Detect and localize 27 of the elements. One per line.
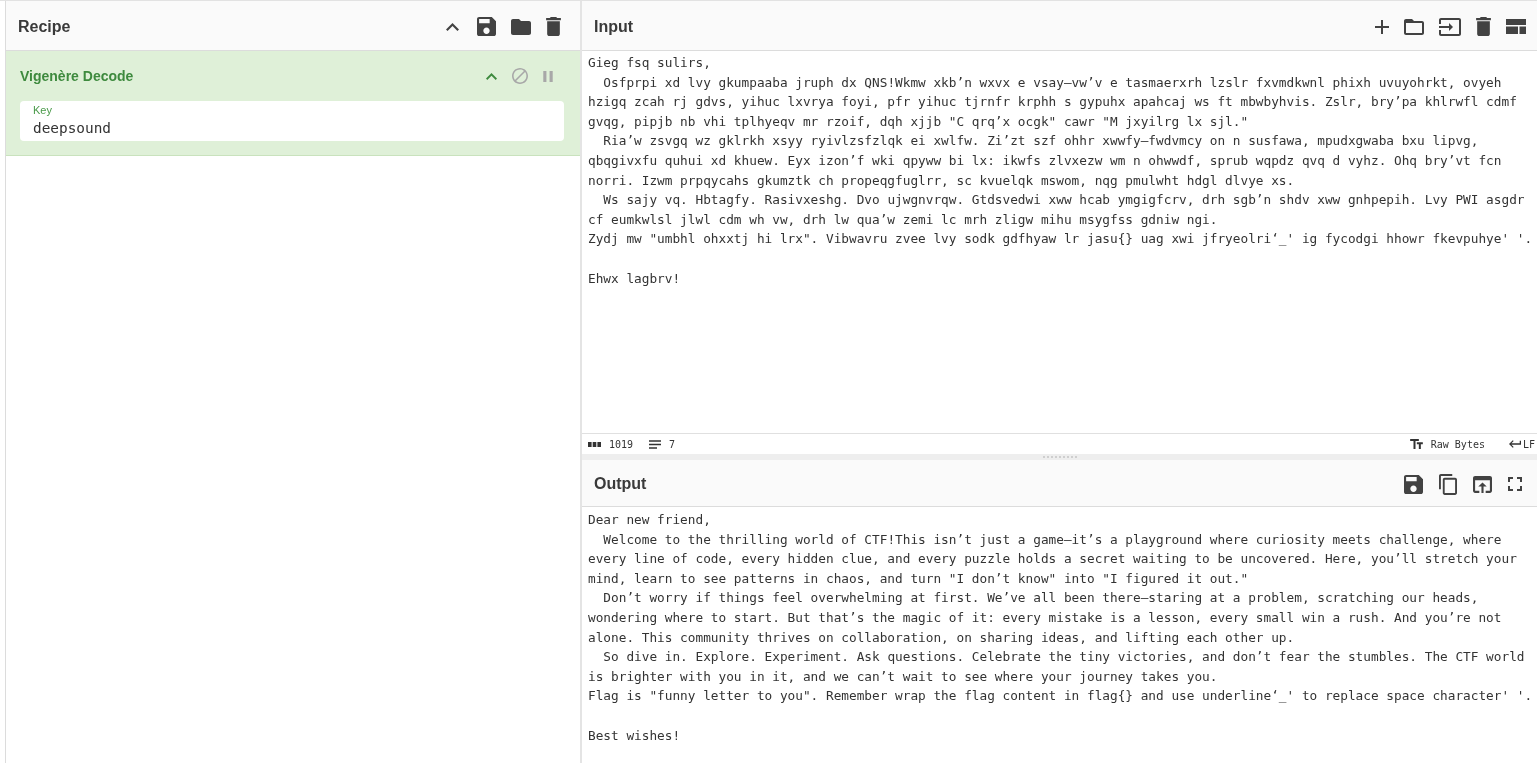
key-field[interactable]: Key deepsound (20, 101, 564, 141)
folder-icon[interactable] (1404, 18, 1424, 35)
save-icon[interactable] (1404, 474, 1423, 494)
character-count: 1019 (609, 438, 634, 450)
recipe-title: Recipe (18, 17, 72, 36)
encoding-button[interactable]: Raw Bytes (1409, 438, 1485, 450)
input-title: Input (594, 17, 635, 36)
operation-title: Vigenère Decode (20, 68, 135, 84)
output-title: Output (594, 475, 648, 493)
folder-icon[interactable] (511, 18, 531, 35)
fullscreen-icon[interactable] (1508, 477, 1522, 491)
trash-icon[interactable] (546, 17, 561, 36)
trash-icon[interactable] (1476, 17, 1491, 36)
save-icon[interactable] (477, 17, 496, 36)
line-count: 7 (669, 438, 676, 450)
box-up-arrow-icon[interactable] (1473, 475, 1492, 493)
layout-icon[interactable] (1506, 19, 1526, 34)
text-size-icon (1409, 439, 1423, 449)
return-arrow-icon (1508, 440, 1521, 448)
caret-up-icon[interactable] (446, 22, 459, 31)
output-text: Dear new friend, Welcome to the thrilling world of CTF!This isn’t just a game—it’s a playground where curiosity meets challenge, where every line of code, every hidden clue, and every puzzle holds a secret waiting to be uncovered. Here, you’ll stretch your mind, learn to see patterns in chaos, and turn "I don’t know" into "I figured it out." Don’t worry if things feel overwhelming at first. We’ve all been there—staring at a problem, scratching our heads, wondering where to start. But that’s the magic of it: every mistake is a lesson, every small win a rush. And you’re not alone. This community thrives on collaboration, on sharing ideas, and lifting each other up. So dive in. Explore. Experiment. Ask questions. Celebrate the tiny victories, and don’t fear the stumbles. The CTF world is brighter with you in it, and we can’t wait to see where your journey takes you. Flag is "funny letter to you". Remember wrap the flag content in flag{} and use underline‘_' to replace space character' '. Best wishes! (588, 511, 1534, 745)
lines-icon (649, 439, 662, 449)
line-ending-button[interactable]: LF (1508, 438, 1535, 450)
plus-icon[interactable] (1375, 19, 1389, 34)
arrow-into-box-icon[interactable] (1439, 17, 1461, 36)
copy-icon[interactable] (1439, 473, 1457, 495)
letter-blocks-icon (588, 441, 601, 447)
